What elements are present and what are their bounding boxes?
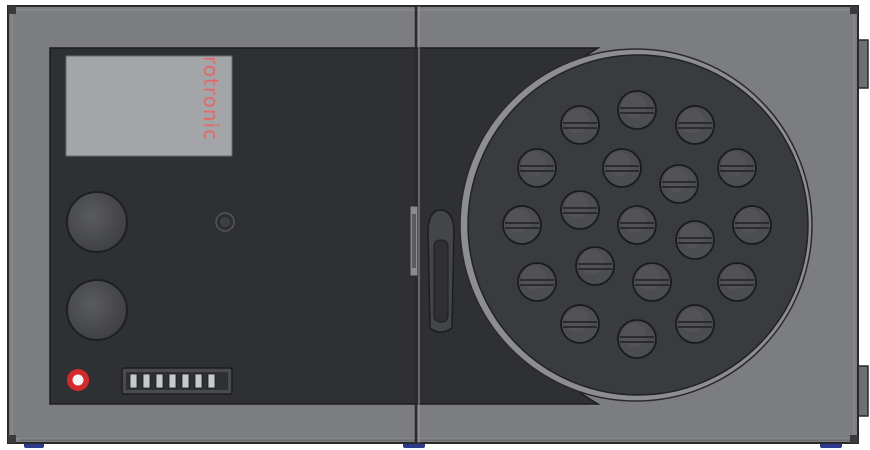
- sensor-plug[interactable]: [560, 304, 600, 344]
- rotronic-device: rotronic: [7, 5, 869, 448]
- usb-port-icon[interactable]: [121, 367, 233, 395]
- control-knob-upper[interactable]: [66, 191, 128, 253]
- sensor-plug[interactable]: [617, 205, 657, 245]
- sensor-plug[interactable]: [602, 148, 642, 188]
- sensor-plug[interactable]: [560, 105, 600, 145]
- sensor-plug[interactable]: [617, 319, 657, 359]
- sensor-plug[interactable]: [575, 246, 615, 286]
- sensor-plug[interactable]: [675, 105, 715, 145]
- sensor-plug[interactable]: [502, 205, 542, 245]
- corner-bl: [8, 435, 16, 443]
- sensor-plug[interactable]: [732, 205, 772, 245]
- corner-br: [850, 435, 858, 443]
- sensor-plug[interactable]: [617, 90, 657, 130]
- sensor-plug[interactable]: [675, 304, 715, 344]
- sensor-plug[interactable]: [659, 164, 699, 204]
- sensor-plug[interactable]: [717, 262, 757, 302]
- sensor-plug[interactable]: [517, 148, 557, 188]
- sensor-plug[interactable]: [675, 220, 715, 260]
- corner-tr: [850, 6, 858, 14]
- sensor-plug[interactable]: [717, 148, 757, 188]
- power-center[interactable]: [72, 374, 84, 386]
- control-knob-lower[interactable]: [66, 279, 128, 341]
- corner-tl: [8, 6, 16, 14]
- sensor-plug[interactable]: [632, 262, 672, 302]
- brand-label: rotronic: [199, 56, 223, 141]
- indicator-led-center: [220, 217, 230, 227]
- power-icon[interactable]: [67, 369, 89, 391]
- sensor-plug[interactable]: [560, 190, 600, 230]
- sensor-plug[interactable]: [517, 262, 557, 302]
